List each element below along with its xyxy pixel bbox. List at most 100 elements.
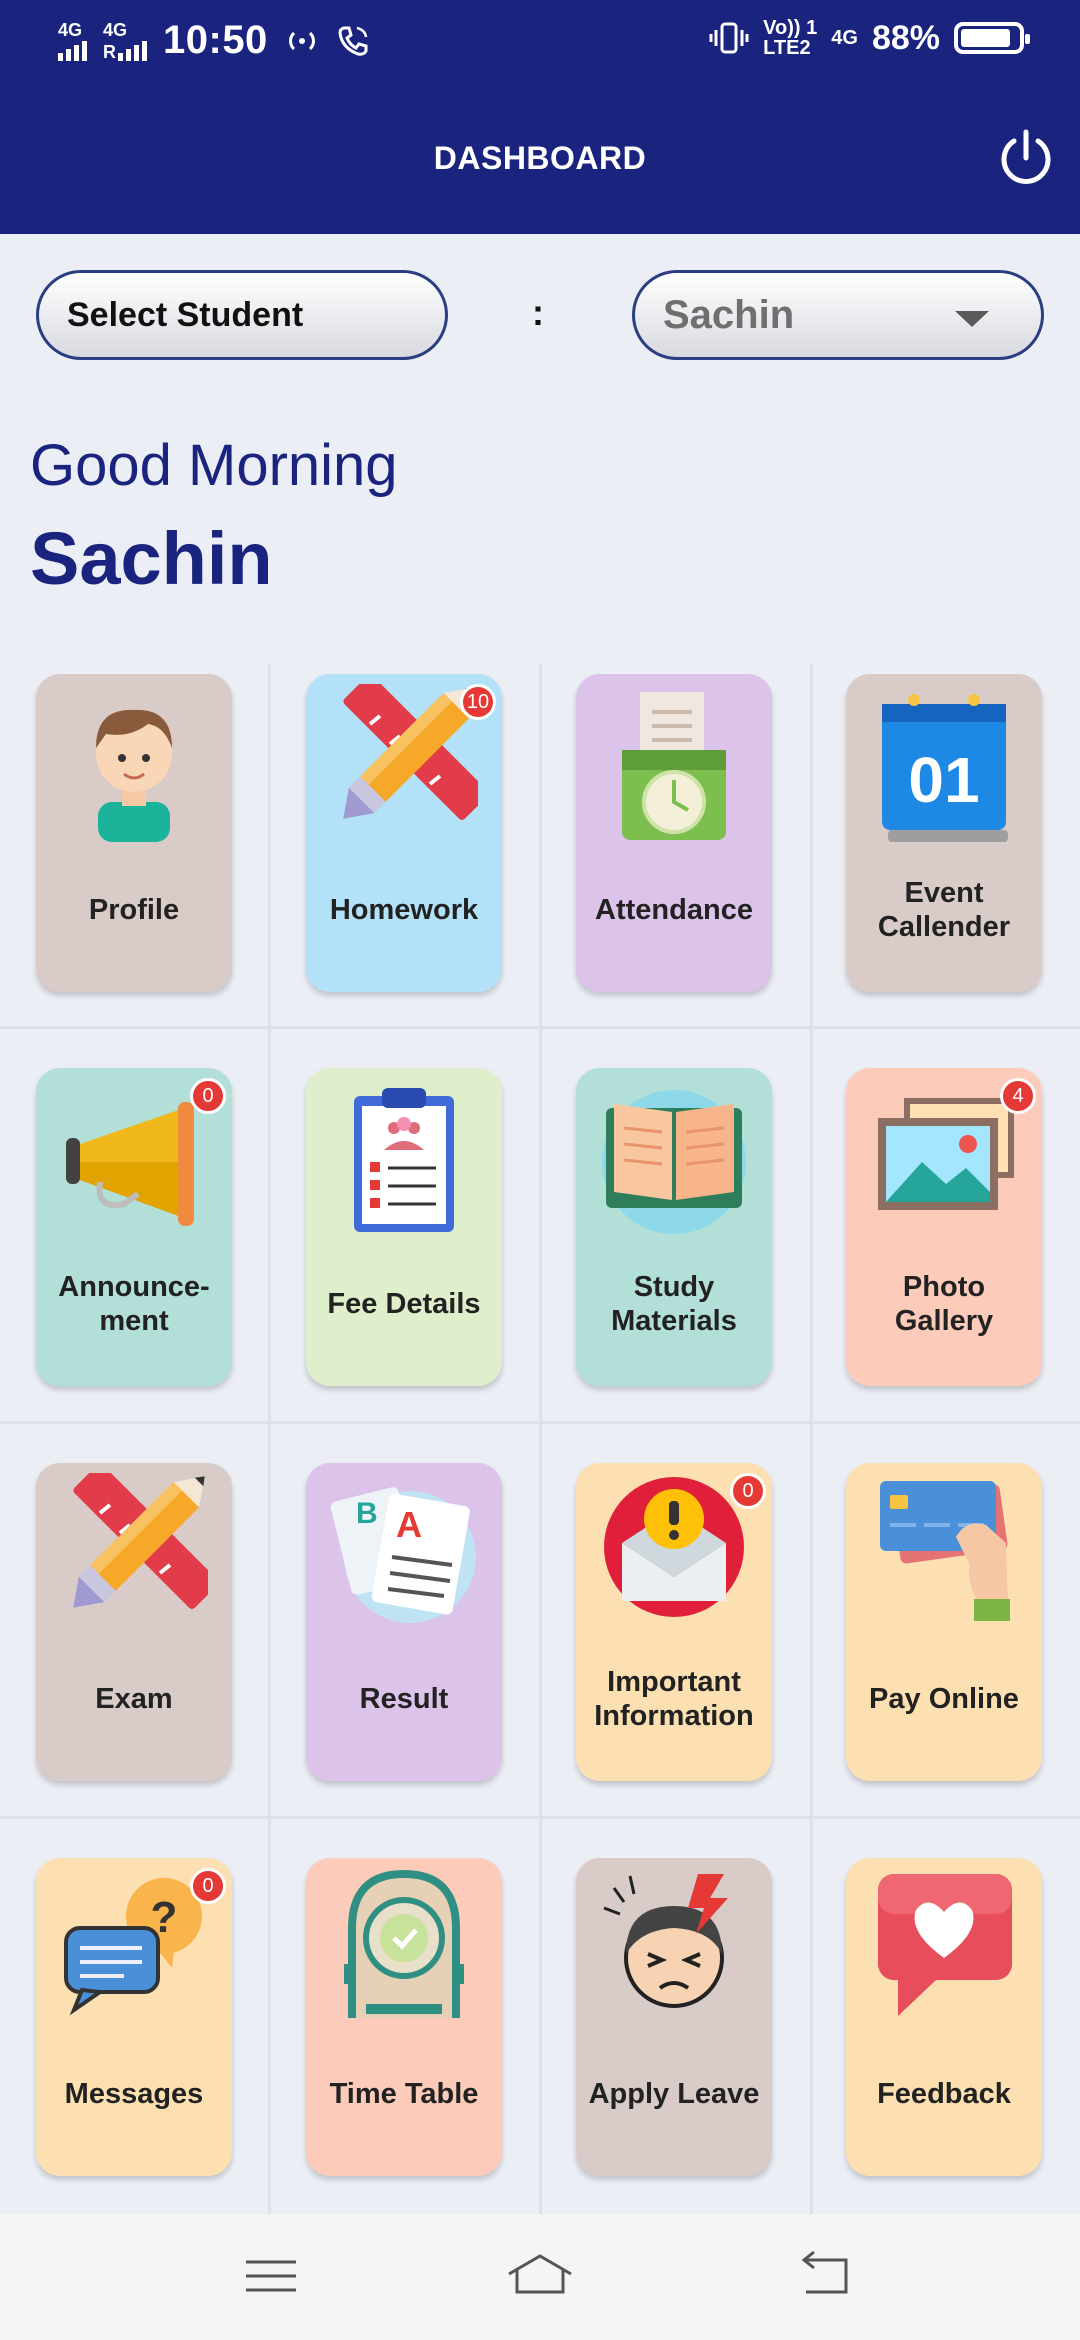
status-right: Vo)) 1 LTE2 4G 88% <box>709 18 1030 58</box>
tile-label: Pay Online <box>869 1683 1019 1715</box>
lte-label: LTE2 <box>763 37 811 59</box>
tile-label: Event Callender <box>877 877 1011 943</box>
pencil-ruler-icon <box>343 684 478 820</box>
megaphone-icon <box>66 1102 194 1226</box>
heart-message-icon <box>878 1874 1012 2016</box>
tile-announce-ment[interactable]: Announce-ment 0 <box>36 1068 232 1386</box>
battery-fill <box>961 29 1011 47</box>
svg-text:01: 01 <box>908 744 979 816</box>
signal-bars-icon <box>118 39 147 61</box>
table-clock-icon <box>344 1869 464 2018</box>
student-dropdown[interactable]: Sachin <box>632 270 1044 360</box>
network-type-label: 4G <box>58 19 83 40</box>
signal-sim1: 4G <box>58 21 87 61</box>
tile-label: Important Information <box>594 1666 754 1732</box>
menu-icon[interactable] <box>236 2246 306 2306</box>
tile-label: Feedback <box>877 2078 1011 2110</box>
phone-call-icon <box>338 26 368 56</box>
home-icon[interactable] <box>505 2246 575 2306</box>
grid-divider <box>539 664 542 2214</box>
sick-face-icon <box>603 1874 728 2008</box>
tile-label: Result <box>359 1683 449 1715</box>
attendance-clock-icon <box>622 692 726 840</box>
tile-feedback[interactable]: Feedback <box>846 1858 1042 2176</box>
clipboard-icon <box>354 1088 454 1232</box>
dashboard-menu-grid: Profile Homework 10 Attendance 01 Event Calle… <box>0 664 1080 2214</box>
grid-divider <box>0 1026 1080 1029</box>
profile-boy-icon <box>96 709 172 842</box>
open-book-icon <box>602 1090 746 1234</box>
svg-text:A: A <box>396 1504 422 1545</box>
tile-homework[interactable]: Homework 10 <box>306 674 502 992</box>
greeting-text: Good Morning <box>30 433 398 498</box>
hotspot-icon <box>288 31 315 50</box>
power-icon[interactable] <box>994 126 1058 190</box>
roaming-label: R <box>103 41 116 62</box>
chat-bubbles-icon: ? <box>64 1878 202 2016</box>
tile-label: Profile <box>88 894 180 926</box>
vibrate-icon <box>709 22 749 54</box>
grid-divider <box>0 1421 1080 1424</box>
tile-event-callender[interactable]: 01 Event Callender <box>846 674 1042 992</box>
tile-label: Fee Details <box>327 1288 481 1320</box>
tile-attendance[interactable]: Attendance <box>576 674 772 992</box>
back-icon[interactable] <box>790 2246 860 2306</box>
notification-badge: 0 <box>190 1868 226 1904</box>
greeting-user-name: Sachin <box>30 517 273 600</box>
credit-card-icon <box>880 1481 1010 1621</box>
tile-time-table[interactable]: Time Table <box>306 1858 502 2176</box>
tile-messages[interactable]: ? Messages 0 <box>36 1858 232 2176</box>
notification-badge: 0 <box>190 1078 226 1114</box>
select-student-label: Select Student <box>36 270 448 360</box>
tile-study-materials[interactable]: Study Materials <box>576 1068 772 1386</box>
notification-badge: 0 <box>730 1473 766 1509</box>
tile-label: Announce-ment <box>58 1271 210 1337</box>
tile-pay-online[interactable]: Pay Online <box>846 1463 1042 1781</box>
photo-gallery-icon <box>878 1098 1014 1210</box>
svg-text:B: B <box>356 1497 378 1530</box>
student-dropdown-value: Sachin <box>663 292 795 337</box>
calendar-icon: 01 <box>882 694 1008 842</box>
tile-important-information[interactable]: Important Information 0 <box>576 1463 772 1781</box>
battery-percent: 88% <box>871 18 940 57</box>
status-left: 4G 4G R 10:50 <box>58 18 370 63</box>
tile-exam[interactable]: Exam <box>36 1463 232 1781</box>
page-title: DASHBOARD <box>433 140 647 176</box>
alert-envelope-icon <box>604 1477 744 1617</box>
student-selector-row: Select Student : Sachin <box>0 270 1080 362</box>
app-screen: 4G 4G R 10:50 Vo)) 1 LTE2 4G 88% DASHBOA… <box>0 0 1080 2340</box>
grid-divider <box>268 664 271 2214</box>
status-bar: 4G 4G R 10:50 Vo)) 1 LTE2 4G 88% <box>0 0 1080 86</box>
system-nav-bar <box>0 2214 1080 2340</box>
tile-label: Messages <box>64 2078 204 2110</box>
signal-bars-icon <box>58 39 87 61</box>
grid-divider <box>0 1816 1080 1819</box>
tile-label: Apply Leave <box>588 2078 760 2110</box>
selector-separator: : <box>532 292 544 333</box>
tile-label: Photo Gallery <box>894 1271 994 1337</box>
notification-badge: 10 <box>460 684 496 720</box>
tile-profile[interactable]: Profile <box>36 674 232 992</box>
tile-photo-gallery[interactable]: Photo Gallery 4 <box>846 1068 1042 1386</box>
tile-fee-details[interactable]: Fee Details <box>306 1068 502 1386</box>
notification-badge: 4 <box>1000 1078 1036 1114</box>
top-app-bar: 4G 4G R 10:50 Vo)) 1 LTE2 4G 88% DASHBOA… <box>0 0 1080 234</box>
tile-label: Study Materials <box>611 1271 737 1337</box>
tile-label: Exam <box>95 1683 173 1715</box>
network-type-label: 4G <box>831 26 858 49</box>
tile-result[interactable]: B A Result <box>306 1463 502 1781</box>
grid-divider <box>810 664 813 2214</box>
status-time: 10:50 <box>163 18 268 62</box>
tile-label: Homework <box>329 894 479 926</box>
pencil-ruler-icon <box>73 1473 208 1609</box>
tile-label: Attendance <box>595 894 753 926</box>
signal-sim2: 4G R <box>103 21 147 61</box>
tile-apply-leave[interactable]: Apply Leave <box>576 1858 772 2176</box>
chevron-down-icon <box>955 311 989 327</box>
volte-indicator: Vo)) 1 LTE2 <box>763 18 817 58</box>
tile-label: Time Table <box>329 2078 479 2110</box>
result-papers-icon: BA <box>330 1487 476 1623</box>
volte-label: Vo)) 1 <box>763 17 818 39</box>
network-type-label: 4G <box>103 19 128 40</box>
battery-icon <box>954 22 1030 54</box>
